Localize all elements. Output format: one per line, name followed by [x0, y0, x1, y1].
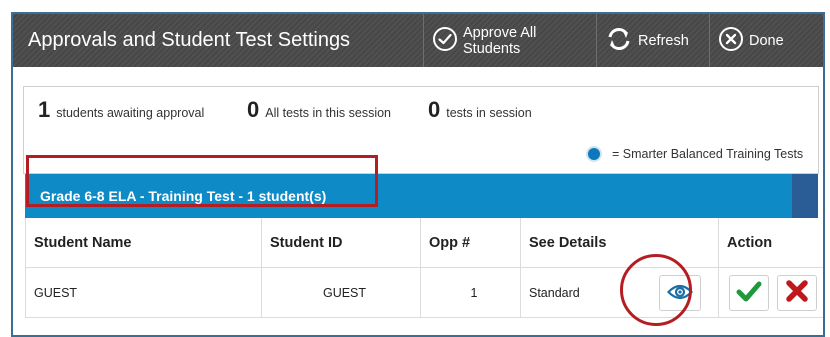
- all-tests-label: All tests in this session: [265, 106, 391, 120]
- tests-in-session-label: tests in session: [446, 106, 532, 120]
- awaiting-count: 1: [38, 97, 51, 122]
- title-bar: Approvals and Student Test Settings Appr…: [13, 14, 823, 67]
- action-buttons: [727, 269, 823, 316]
- col-opp: Opp #: [420, 218, 521, 268]
- dialog-title: Approvals and Student Test Settings: [28, 29, 351, 51]
- action-cell: [718, 267, 823, 318]
- done-button[interactable]: Done: [709, 14, 823, 67]
- awaiting-label: students awaiting approval: [56, 106, 205, 120]
- approve-student-button[interactable]: [729, 274, 769, 311]
- tests-in-session-stat: 0 tests in session: [428, 99, 532, 121]
- dot-icon: [586, 146, 602, 162]
- deny-student-button[interactable]: [777, 274, 817, 311]
- opp-cell: 1: [420, 267, 521, 318]
- see-details-cell: Standard: [520, 267, 719, 318]
- student-name-cell: GUEST: [25, 267, 262, 318]
- session-summary: 1 students awaiting approval 0 All tests…: [23, 86, 819, 174]
- test-group-header[interactable]: Grade 6-8 ELA - Training Test - 1 studen…: [25, 174, 818, 218]
- group-bar-endcap: [792, 174, 818, 218]
- awaiting-approval-stat: 1 students awaiting approval: [38, 99, 204, 121]
- table-row: GUEST GUEST 1 Standard: [25, 267, 823, 318]
- close-circle-icon: [718, 26, 744, 56]
- see-details-button[interactable]: [659, 275, 701, 311]
- refresh-icon: [605, 26, 633, 56]
- legend: = Smarter Balanced Training Tests: [586, 146, 803, 162]
- table-header-row: Student Name Student ID Opp # See Detail…: [25, 218, 823, 268]
- checkmark-icon: [736, 279, 762, 306]
- all-tests-count: 0: [247, 97, 260, 122]
- student-id-cell: GUEST: [261, 267, 421, 318]
- students-table: Student Name Student ID Opp # See Detail…: [25, 218, 823, 318]
- details-wrap: Standard: [529, 269, 717, 316]
- x-icon: [785, 279, 809, 306]
- approve-all-label: Approve All Students: [463, 24, 537, 57]
- col-student-name: Student Name: [25, 218, 262, 268]
- col-see-details: See Details: [520, 218, 719, 268]
- refresh-button[interactable]: Refresh: [596, 14, 709, 67]
- legend-label: = Smarter Balanced Training Tests: [612, 147, 804, 161]
- refresh-label: Refresh: [638, 32, 689, 49]
- approve-all-students-button[interactable]: Approve All Students: [423, 14, 596, 67]
- approvals-dialog: Approvals and Student Test Settings Appr…: [11, 12, 825, 337]
- col-student-id: Student ID: [261, 218, 421, 268]
- eye-icon: [666, 283, 694, 304]
- col-action: Action: [718, 218, 823, 268]
- all-tests-stat: 0 All tests in this session: [247, 99, 391, 121]
- test-group-label: Grade 6-8 ELA - Training Test - 1 studen…: [40, 188, 327, 204]
- check-circle-icon: [432, 26, 458, 56]
- done-label: Done: [749, 32, 784, 49]
- details-text: Standard: [529, 285, 580, 300]
- tests-in-session-count: 0: [428, 97, 441, 122]
